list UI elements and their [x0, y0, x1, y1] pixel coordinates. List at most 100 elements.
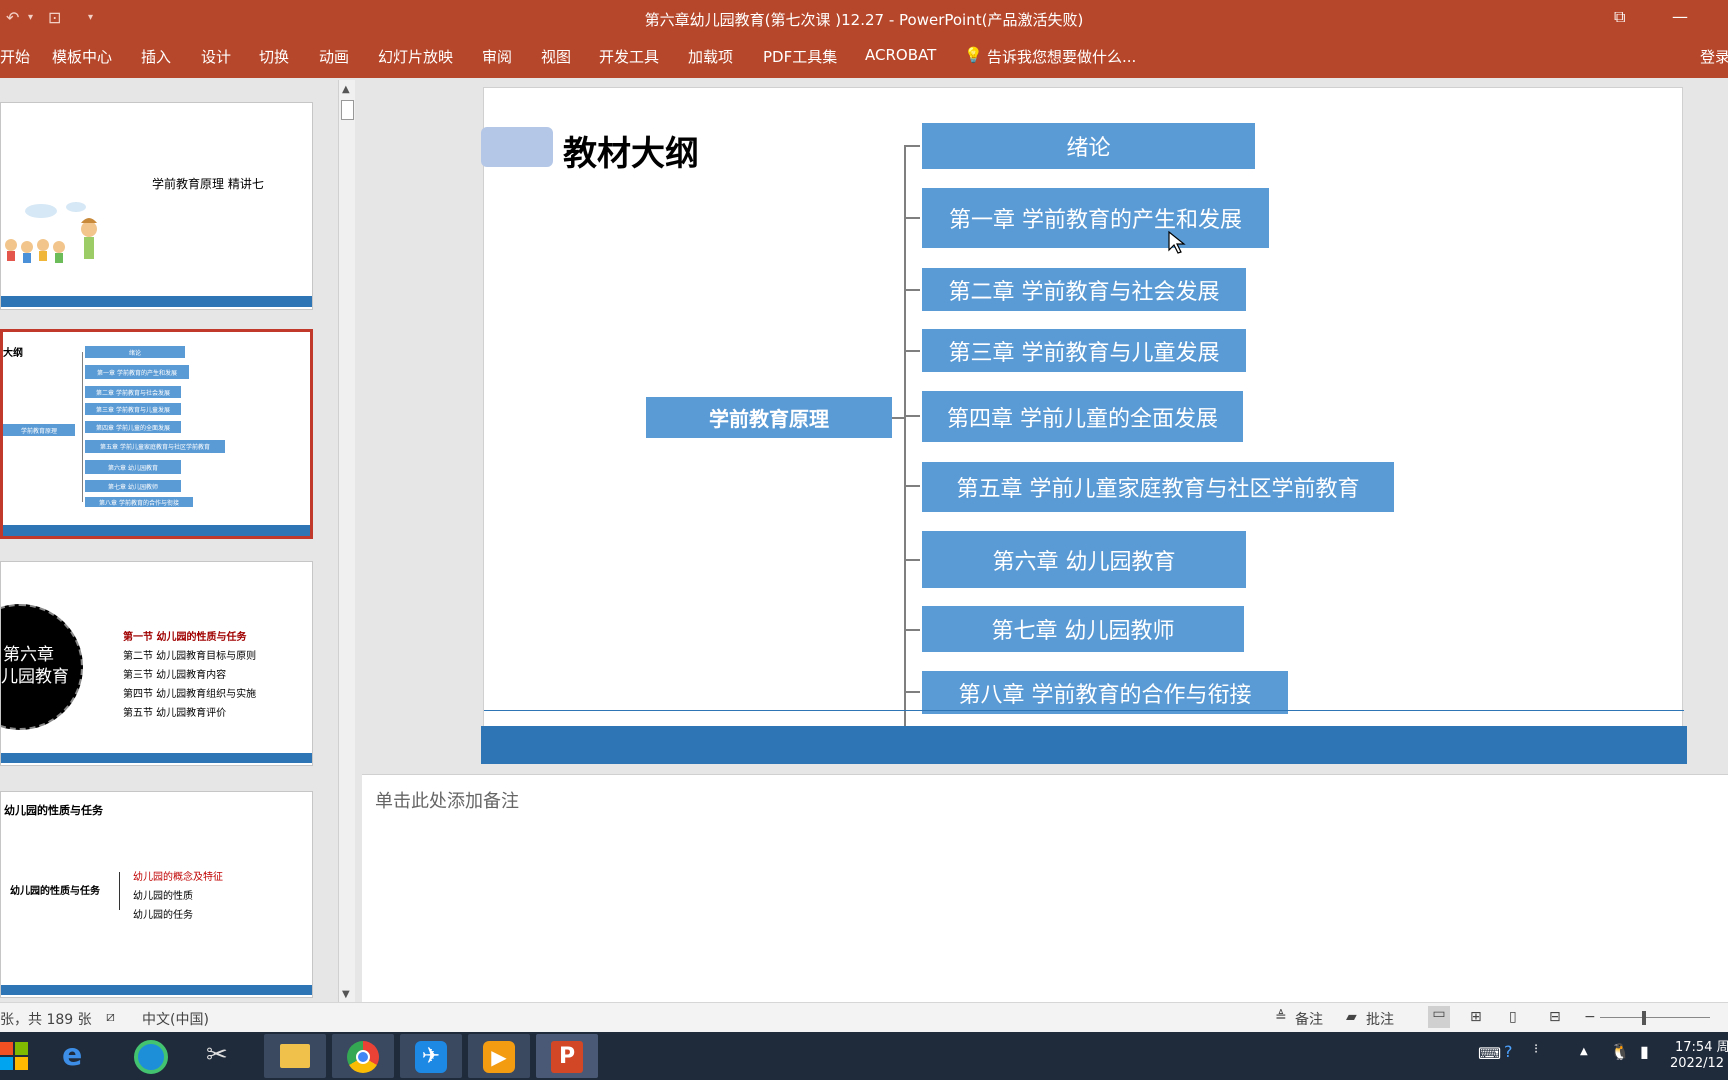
reading-view-icon[interactable]: ▯	[1509, 1009, 1517, 1025]
window-title: 第六章幼儿园教育(第七次课 )12.27 - PowerPoint(产品激活失败…	[644, 11, 1084, 29]
slide-count: 张，共 189 张	[0, 1012, 92, 1028]
tab-pdf-tools[interactable]: PDF工具集	[763, 46, 837, 67]
ribbon-tabs: 开始 模板中心 插入 设计 切换 动画 幻灯片放映 审阅 视图 开发工具 加载项…	[0, 38, 1728, 78]
scrollbar-thumb[interactable]	[341, 100, 354, 120]
taskbar: e ✂ ✈ ▶ P ⌨ ? ⁝ ▲ 🐧 ▮ 17:54 周 2022/12	[0, 1032, 1728, 1080]
notes-pane[interactable]: 单击此处添加备注	[362, 774, 1728, 1002]
thumb-item-6: 第六章 幼儿园教育	[85, 460, 181, 474]
normal-view-icon[interactable]: ▭	[1428, 1006, 1450, 1028]
taskbar-powerpoint[interactable]: P	[536, 1034, 598, 1078]
thumbnail-pane: 学前教育原理 精讲七 大纲 学前教育原理 绪论 第一章 学前教育的产生和发展 第…	[0, 78, 345, 1002]
branch-3	[904, 350, 920, 352]
language-indicator[interactable]: 中文(中国)	[142, 1009, 209, 1029]
slide-title: 教材大纲	[563, 134, 699, 174]
status-bar: 张，共 189 张 ⧄ 中文(中国) ≜ 备注 ▰ 批注 ▭ ⊞ ▯ ⊟ −	[0, 1002, 1728, 1032]
tab-review[interactable]: 审阅	[482, 46, 512, 67]
thumbnail-scrollbar[interactable]: ▲ ▼	[338, 80, 355, 1002]
scroll-down-icon[interactable]: ▼	[342, 989, 350, 1000]
cursor-icon	[1168, 230, 1186, 254]
thumb-item-7: 第七章 幼儿园教师	[85, 480, 181, 492]
slide-thumbnail-4[interactable]: 幼儿园的性质与任务 幼儿园的性质与任务 幼儿园的概念及特征 幼儿园的性质 幼儿园…	[0, 791, 313, 998]
clock-time[interactable]: 17:54 周	[1675, 1036, 1728, 1055]
qq-icon[interactable]: 🐧	[1610, 1042, 1630, 1061]
tell-me-search[interactable]: 告诉我您想要做什么...	[987, 46, 1136, 67]
slide-sorter-icon[interactable]: ⊞	[1470, 1009, 1482, 1025]
login-link[interactable]: 登录	[1700, 46, 1728, 67]
thumb-footer-bar	[1, 296, 312, 307]
notes-toggle-icon[interactable]: ≜	[1275, 1009, 1287, 1025]
outline-item-8: 第八章 学前教育的合作与衔接	[922, 671, 1288, 714]
tab-acrobat[interactable]: ACROBAT	[865, 46, 936, 64]
help-icon[interactable]: ?	[1504, 1042, 1513, 1061]
thumb-sub-1: 幼儿园的性质	[133, 891, 193, 902]
comments-icon[interactable]: ▰	[1346, 1009, 1357, 1025]
footer-divider	[484, 710, 1684, 711]
children-illustration	[5, 202, 97, 263]
thumb-circle-text-2: 儿园教育	[1, 667, 69, 687]
footer-bar	[481, 726, 1687, 764]
edge-icon[interactable]	[134, 1040, 168, 1074]
branch-2	[904, 289, 920, 291]
keyboard-icon[interactable]: ⌨	[1478, 1044, 1501, 1063]
branch-7	[904, 629, 920, 631]
thumb-item-4: 第四章 学前儿童的全面发展	[85, 421, 181, 433]
thumb-connector	[82, 352, 83, 502]
tab-view[interactable]: 视图	[541, 46, 571, 67]
thumb-item-8: 第八章 学前教育的合作与衔接	[85, 497, 193, 507]
tab-developer[interactable]: 开发工具	[599, 46, 659, 67]
thumb-section-4: 第五节 幼儿园教育评价	[123, 708, 227, 719]
branch-1	[904, 217, 920, 219]
tab-template-center[interactable]: 模板中心	[52, 46, 112, 67]
outline-item-6: 第六章 幼儿园教育	[922, 531, 1246, 588]
app-icon[interactable]: ✂	[206, 1040, 228, 1070]
tab-design[interactable]: 设计	[201, 46, 231, 67]
main-slide[interactable]: 教材大纲 学前教育原理 绪论 第一章 学前教育的产生和发展 第二章 学前教育与社…	[481, 87, 1687, 764]
comments-label[interactable]: 批注	[1366, 1009, 1394, 1029]
thumb-title: 幼儿园的性质与任务	[4, 804, 103, 817]
tray-dropdown-icon[interactable]: ⁝	[1534, 1042, 1538, 1057]
clock-date[interactable]: 2022/12	[1670, 1056, 1724, 1071]
battery-icon[interactable]: ▮	[1640, 1042, 1649, 1061]
taskbar-feishu[interactable]: ✈	[400, 1034, 462, 1078]
taskbar-video-app[interactable]: ▶	[468, 1034, 530, 1078]
thumb-section-0: 第一节 幼儿园的性质与任务	[123, 632, 247, 643]
thumb-root-box: 学前教育原理	[3, 424, 75, 436]
powerpoint-icon: P	[551, 1041, 583, 1073]
show-hidden-icons-icon[interactable]: ▲	[1580, 1046, 1588, 1057]
zoom-slider[interactable]	[1600, 1017, 1710, 1018]
slide-thumbnail-1[interactable]: 学前教育原理 精讲七	[0, 102, 313, 310]
tab-transitions[interactable]: 切换	[259, 46, 289, 67]
slideshow-view-icon[interactable]: ⊟	[1549, 1009, 1561, 1025]
minimize-icon[interactable]: —	[1672, 7, 1688, 26]
slide-thumbnail-2[interactable]: 大纲 学前教育原理 绪论 第一章 学前教育的产生和发展 第二章 学前教育与社会发…	[0, 329, 313, 539]
ribbon-display-options-icon[interactable]: ⧉	[1614, 7, 1625, 27]
thumb-root-text: 幼儿园的性质与任务	[10, 886, 100, 897]
scroll-up-icon[interactable]: ▲	[342, 84, 350, 95]
zoom-slider-handle[interactable]	[1642, 1011, 1646, 1025]
thumb-section-2: 第三节 幼儿园教育内容	[123, 670, 227, 681]
ie-icon[interactable]: e	[62, 1038, 82, 1073]
taskbar-file-explorer[interactable]	[264, 1034, 326, 1078]
thumb-title: 大纲	[3, 348, 23, 359]
start-icon[interactable]	[0, 1040, 32, 1072]
thumb-sub-2: 幼儿园的任务	[133, 910, 193, 921]
title-bar: ↶ ▾ ⊡ ▾ 第六章幼儿园教育(第七次课 )12.27 - PowerPoin…	[0, 0, 1728, 38]
taskbar-chrome[interactable]	[332, 1034, 394, 1078]
tab-insert[interactable]: 插入	[141, 46, 171, 67]
tab-animations[interactable]: 动画	[319, 46, 349, 67]
notes-placeholder[interactable]: 单击此处添加备注	[375, 787, 519, 813]
tab-home[interactable]: 开始	[0, 46, 30, 67]
slide-thumbnail-3[interactable]: 第六章 儿园教育 第一节 幼儿园的性质与任务 第二节 幼儿园教育目标与原则 第三…	[0, 561, 313, 766]
thumb-footer-bar	[3, 525, 310, 536]
tv-icon: ▶	[483, 1041, 515, 1073]
tab-addins[interactable]: 加载项	[688, 46, 733, 67]
thumb-footer-bar	[1, 985, 312, 995]
notes-toggle-label[interactable]: 备注	[1295, 1009, 1323, 1029]
zoom-out-icon[interactable]: −	[1584, 1009, 1596, 1025]
thumb-item-1: 第一章 学前教育的产生和发展	[85, 365, 189, 379]
spellcheck-icon[interactable]: ⧄	[106, 1009, 115, 1025]
tab-slideshow[interactable]: 幻灯片放映	[378, 46, 453, 67]
thumb-section-3: 第四节 幼儿园教育组织与实施	[123, 689, 257, 700]
outline-item-5: 第五章 学前儿童家庭教育与社区学前教育	[922, 462, 1394, 512]
thumb-bracket	[119, 872, 120, 910]
